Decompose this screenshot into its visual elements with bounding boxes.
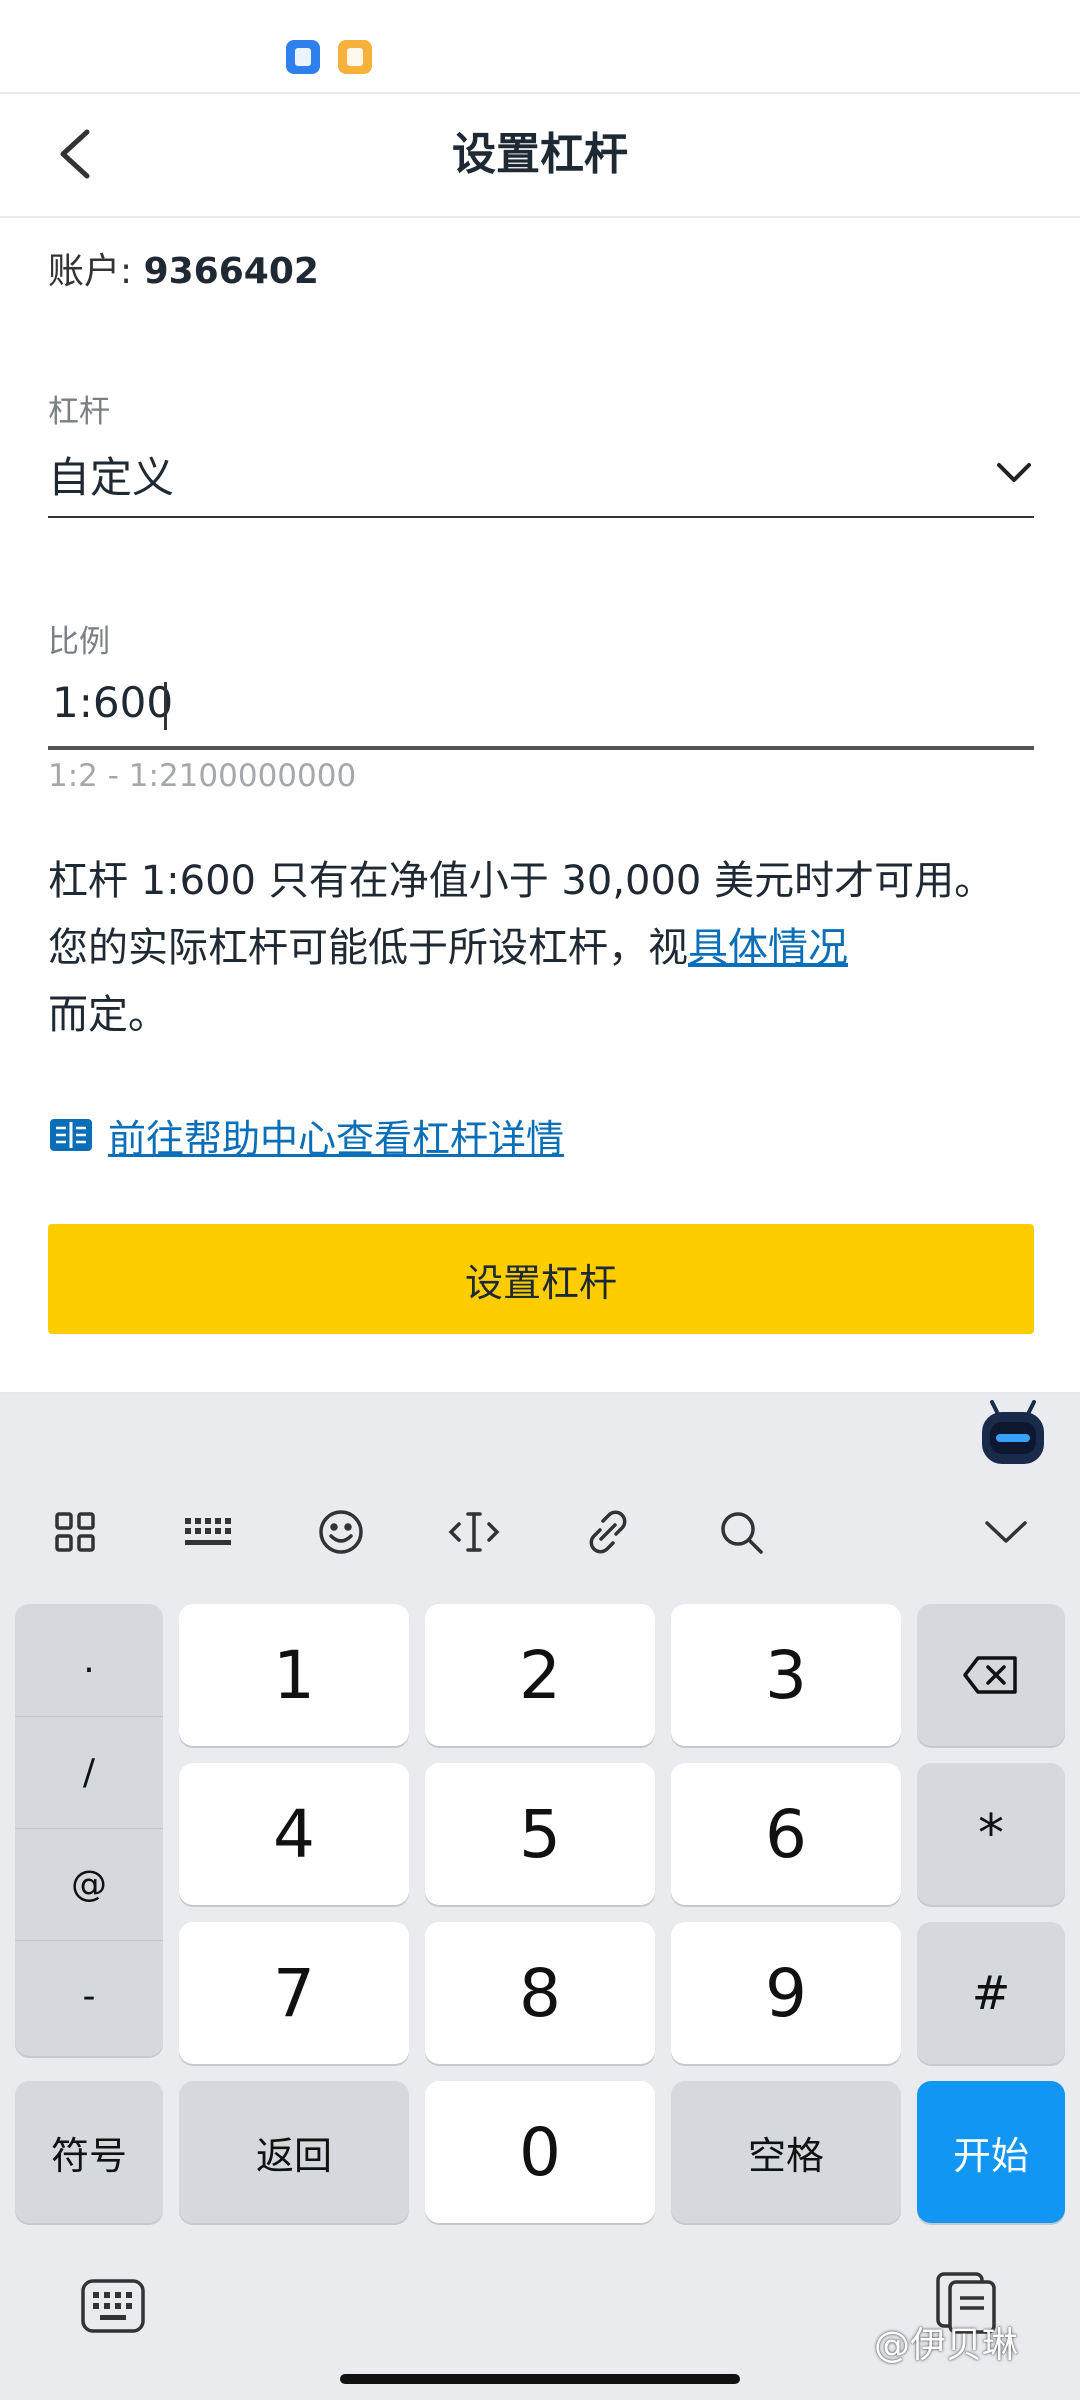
ratio-label: 比例 <box>48 624 110 660</box>
symbols-key[interactable]: 符号 <box>15 2081 163 2223</box>
emoji-icon[interactable] <box>311 1502 371 1562</box>
description-text: 杠杆 1:600 只有在净值小于 30,000 美元时才可用。 您的实际杠杆可能… <box>48 858 995 971</box>
home-indicator[interactable] <box>340 2374 740 2384</box>
watermark-text: @伊贝琳 <box>874 2325 1019 2366</box>
symbol-key-slash[interactable]: / <box>15 1716 163 1829</box>
status-bar <box>0 0 1080 92</box>
back-button[interactable] <box>40 116 110 192</box>
key-3[interactable]: 3 <box>671 1604 901 1746</box>
symbol-key-at[interactable]: @ <box>15 1828 163 1941</box>
page-title: 设置杠杆 <box>452 129 628 180</box>
ratio-input[interactable] <box>48 660 1034 744</box>
details-link[interactable]: 具体情况 <box>688 925 848 971</box>
top-app-bar: 设置杠杆 <box>0 92 1080 218</box>
go-key[interactable]: 开始 <box>917 2081 1065 2223</box>
back-key[interactable]: 返回 <box>179 2081 409 2223</box>
backspace-icon <box>963 1656 1017 1694</box>
cursor-move-icon[interactable] <box>444 1502 504 1562</box>
notification-app-icon <box>286 40 320 74</box>
grid-icon[interactable] <box>45 1502 105 1562</box>
leverage-label: 杠杆 <box>48 394 110 430</box>
symbol-key-dash[interactable]: - <box>15 1940 163 2052</box>
key-0[interactable]: 0 <box>425 2081 655 2223</box>
key-9[interactable]: 9 <box>671 1922 901 2064</box>
assistant-robot-icon[interactable] <box>978 1400 1048 1468</box>
key-2[interactable]: 2 <box>425 1604 655 1746</box>
key-5[interactable]: 5 <box>425 1763 655 1905</box>
keyboard-switch-icon[interactable] <box>80 2278 146 2334</box>
keyboard-layout-icon[interactable] <box>178 1502 238 1562</box>
chevron-down-icon <box>997 463 1031 482</box>
ratio-input-container[interactable] <box>48 660 1034 750</box>
key-6[interactable]: 6 <box>671 1763 901 1905</box>
key-7[interactable]: 7 <box>179 1922 409 2064</box>
set-leverage-button[interactable]: 设置杠杆 <box>48 1224 1034 1334</box>
book-icon <box>50 1119 92 1151</box>
leverage-description: 杠杆 1:600 只有在净值小于 30,000 美元时才可用。 您的实际杠杆可能… <box>48 848 1038 1049</box>
key-hash[interactable]: # <box>917 1922 1065 2064</box>
link-icon[interactable] <box>578 1502 638 1562</box>
collapse-keyboard-icon[interactable] <box>976 1502 1036 1562</box>
text-caret <box>164 682 167 730</box>
key-1[interactable]: 1 <box>179 1604 409 1746</box>
leverage-selected-value: 自定义 <box>48 453 175 502</box>
help-center-link-text: 前往帮助中心查看杠杆详情 <box>108 1116 565 1161</box>
key-8[interactable]: 8 <box>425 1922 655 2064</box>
help-center-link[interactable]: 前往帮助中心查看杠杆详情 <box>48 1108 564 1162</box>
description-suffix: 而定。 <box>48 992 168 1038</box>
symbol-key-dot[interactable]: . <box>15 1604 163 1717</box>
notification-message-icon <box>338 40 372 74</box>
key-4[interactable]: 4 <box>179 1763 409 1905</box>
account-number: 9366402 <box>143 251 319 292</box>
back-arrow-icon <box>60 129 90 179</box>
search-icon[interactable] <box>711 1502 771 1562</box>
account-info: 账户: 9366402 <box>48 242 319 294</box>
ratio-range-hint: 1:2 - 1:2100000000 <box>48 758 357 794</box>
account-label: 账户: <box>48 251 144 292</box>
leverage-select[interactable]: 自定义 <box>48 430 1034 518</box>
symbol-column: . / @ - <box>15 1604 163 2056</box>
space-key[interactable]: 空格 <box>671 2081 901 2223</box>
backspace-key[interactable] <box>917 1604 1065 1746</box>
key-star[interactable]: * <box>917 1763 1065 1905</box>
